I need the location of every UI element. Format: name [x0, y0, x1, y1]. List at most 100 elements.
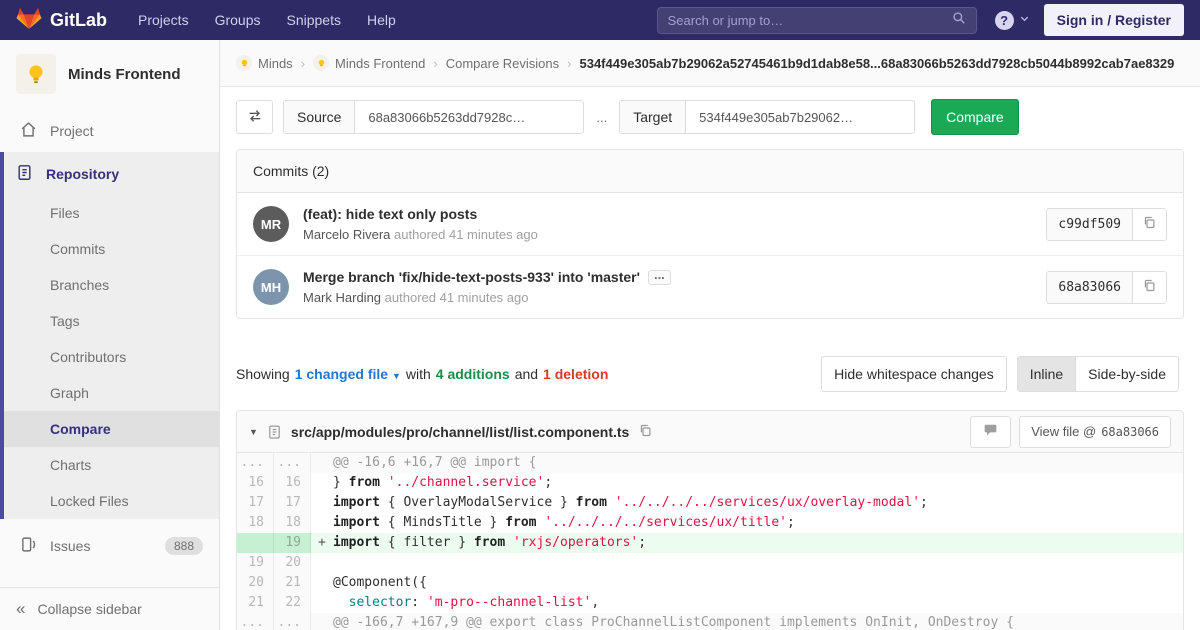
breadcrumb-label: Compare Revisions	[445, 55, 560, 71]
commit-author-link[interactable]: Mark Harding	[303, 290, 381, 305]
old-line-number[interactable]: ...	[237, 453, 274, 473]
copy-icon	[1142, 278, 1157, 296]
old-line-number[interactable]: 21	[237, 593, 274, 613]
project-context-header[interactable]: Minds Frontend	[0, 40, 219, 110]
document-icon	[16, 164, 33, 184]
breadcrumb-item-minds-frontend[interactable]: Minds Frontend	[313, 55, 425, 71]
commit-sha-link[interactable]: c99df509	[1047, 208, 1133, 240]
diff-line-code: import { MindsTitle } from '../../../../…	[311, 513, 1183, 533]
nav-link-help[interactable]: Help	[354, 2, 409, 38]
sidebar-item-files[interactable]: Files	[4, 195, 219, 231]
code-token: '../../../../services/ux/overlay-modal'	[614, 495, 921, 510]
compare-button[interactable]: Compare	[931, 99, 1019, 135]
target-label: Target	[620, 101, 687, 133]
lightbulb-icon	[29, 65, 43, 84]
copy-commit-sha-button[interactable]	[1133, 208, 1166, 240]
code-token: { MindsTitle }	[379, 515, 506, 530]
code-token: @@ -166,7 +167,9 @@ export class ProChan…	[333, 615, 1014, 630]
sidebar-item-compare[interactable]: Compare	[4, 411, 219, 447]
new-line-number[interactable]: 22	[274, 593, 311, 613]
lightbulb-icon	[313, 55, 330, 71]
diff-file-path[interactable]: src/app/modules/pro/channel/list/list.co…	[291, 424, 629, 440]
code-token: import	[333, 535, 380, 550]
collapse-sidebar-button[interactable]: « Collapse sidebar	[0, 587, 219, 630]
sidebar-item-charts[interactable]: Charts	[4, 447, 219, 483]
new-line-number[interactable]: 16	[274, 473, 311, 493]
top-navbar: GitLab ProjectsGroupsSnippetsHelp ? Sign…	[0, 0, 1200, 40]
old-line-number[interactable]: 16	[237, 473, 274, 493]
new-line-number[interactable]: ...	[274, 613, 311, 630]
source-ref-group: Source 68a83066b5263dd7928c…	[283, 100, 585, 134]
commit-info: (feat): hide text only posts Marcelo Rive…	[303, 206, 538, 242]
old-line-number[interactable]: 20	[237, 573, 274, 593]
global-search[interactable]	[656, 6, 977, 34]
commit-message-link[interactable]: (feat): hide text only posts	[303, 206, 477, 222]
new-line-number[interactable]: 21	[274, 573, 311, 593]
breadcrumb-separator: ›	[433, 55, 438, 71]
added-line-sign: +	[318, 535, 326, 550]
nav-link-groups[interactable]: Groups	[202, 2, 274, 38]
collapse-diff-icon[interactable]: ▼	[249, 427, 258, 437]
help-menu[interactable]: ?	[994, 10, 1030, 30]
search-input[interactable]	[667, 12, 952, 28]
ref-separator: ...	[596, 109, 608, 125]
sidebar-item-tags[interactable]: Tags	[4, 303, 219, 339]
file-icon	[267, 424, 282, 440]
sidebar-item-contributors[interactable]: Contributors	[4, 339, 219, 375]
sidebar-item-commits[interactable]: Commits	[4, 231, 219, 267]
new-line-number[interactable]: 18	[274, 513, 311, 533]
commit-sha-group: 68a83066	[1046, 270, 1167, 304]
sidebar-item-issues[interactable]: Issues 888	[0, 525, 219, 567]
copy-file-path-button[interactable]	[638, 423, 653, 441]
sidebar-item-graph[interactable]: Graph	[4, 375, 219, 411]
target-ref-input[interactable]: 534f449e305ab7b29062…	[686, 101, 914, 133]
nav-link-projects[interactable]: Projects	[125, 2, 202, 38]
hide-whitespace-button[interactable]: Hide whitespace changes	[821, 356, 1007, 392]
diff-line-ctx: 19 20	[237, 553, 1183, 573]
chevron-down-icon: ▼	[391, 371, 401, 381]
diff-line-code: @Component({	[311, 573, 1183, 593]
old-line-number[interactable]: 19	[237, 553, 274, 573]
lightbulb-icon	[236, 55, 252, 71]
breadcrumb-item-minds[interactable]: Minds	[236, 55, 293, 71]
old-line-number[interactable]: ...	[237, 613, 274, 630]
old-line-number[interactable]: 17	[237, 493, 274, 513]
side-by-side-view-button[interactable]: Side-by-side	[1076, 357, 1178, 391]
nav-link-snippets[interactable]: Snippets	[274, 2, 354, 38]
view-file-button[interactable]: View file @ 68a83066	[1019, 415, 1171, 448]
sidebar-item-branches[interactable]: Branches	[4, 267, 219, 303]
new-line-number[interactable]: 20	[274, 553, 311, 573]
code-token: { filter }	[379, 535, 474, 550]
commit-description-expander[interactable]: ...	[647, 268, 671, 285]
new-line-number[interactable]: 19	[274, 533, 311, 553]
code-token: '../channel.service'	[387, 475, 545, 490]
diff-summary-text: Showing	[236, 366, 290, 382]
sidebar-item-repository[interactable]: Repository	[4, 152, 219, 195]
code-token: selector	[348, 595, 412, 610]
source-label: Source	[284, 101, 356, 133]
commit-meta-text: authored 41 minutes ago	[394, 227, 538, 242]
help-icon: ?	[994, 10, 1014, 30]
old-line-number[interactable]	[237, 533, 274, 553]
toggle-comments-button[interactable]	[970, 415, 1012, 448]
commit-meta-text: authored 41 minutes ago	[384, 290, 529, 305]
commit-sha-link[interactable]: 68a83066	[1047, 271, 1133, 303]
old-line-number[interactable]: 18	[237, 513, 274, 533]
new-line-number[interactable]: 17	[274, 493, 311, 513]
commit-meta: Mark Harding authored 41 minutes ago	[303, 290, 671, 305]
commit-message-link[interactable]: Merge branch 'fix/hide-text-posts-933' i…	[303, 269, 640, 285]
breadcrumb-item-compare-revisions[interactable]: Compare Revisions	[446, 56, 559, 71]
swap-revisions-button[interactable]	[236, 100, 273, 134]
new-line-number[interactable]: ...	[274, 453, 311, 473]
gitlab-logo[interactable]: GitLab	[16, 6, 107, 35]
source-ref-input[interactable]: 68a83066b5263dd7928c…	[355, 101, 583, 133]
sign-in-register-button[interactable]: Sign in / Register	[1043, 4, 1184, 36]
sidebar-item-locked-files[interactable]: Locked Files	[4, 483, 219, 519]
sidebar-item-label: Repository	[46, 166, 120, 182]
commit-author-link[interactable]: Marcelo Rivera	[303, 227, 390, 242]
inline-view-button[interactable]: Inline	[1017, 357, 1077, 391]
copy-commit-sha-button[interactable]	[1133, 271, 1166, 303]
changed-files-dropdown[interactable]: 1 changed file ▼	[295, 366, 401, 382]
sidebar-item-project[interactable]: Project	[0, 110, 219, 152]
